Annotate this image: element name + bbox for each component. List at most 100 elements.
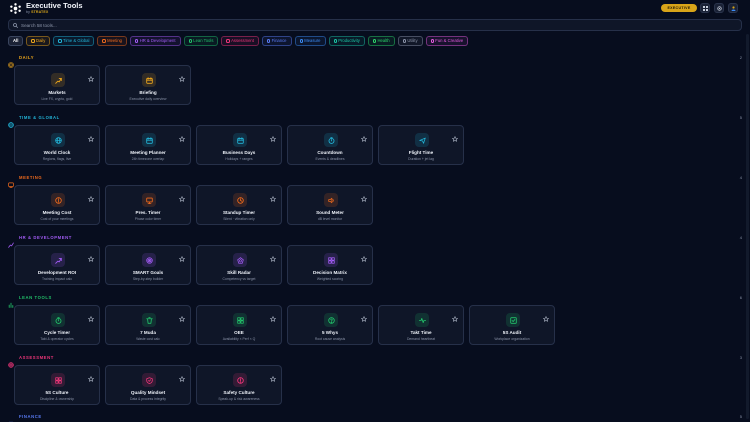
tool-card-meeting-planner[interactable]: Meeting Planner 24h timezone overlap xyxy=(105,125,191,165)
star-icon xyxy=(361,136,367,142)
tool-icon xyxy=(506,313,520,327)
settings-button[interactable] xyxy=(714,3,724,13)
tool-card-oee[interactable]: OEE Availability × Perf × Q xyxy=(196,305,282,345)
favorite-button[interactable] xyxy=(270,309,276,322)
tool-icon xyxy=(51,73,65,87)
favorite-button[interactable] xyxy=(270,189,276,202)
tool-card-pres-timer[interactable]: Pres. Timer Phase color timer xyxy=(105,185,191,225)
favorite-button[interactable] xyxy=(88,189,94,202)
filter-chip-assessment[interactable]: Assessment xyxy=(221,36,259,46)
favorite-button[interactable] xyxy=(179,189,185,202)
favorite-button[interactable] xyxy=(361,189,367,202)
search-bar[interactable] xyxy=(8,19,742,31)
grid-view-button[interactable] xyxy=(700,3,710,13)
tool-name: Quality Mindset xyxy=(130,390,166,395)
tool-card-sound-meter[interactable]: Sound Meter dB level monitor xyxy=(287,185,373,225)
tool-card-world-clock[interactable]: World Clock Regions, flags, live xyxy=(14,125,100,165)
grid-icon xyxy=(327,256,335,264)
tool-card-business-days[interactable]: Business Days Holidays + ranges xyxy=(196,125,282,165)
favorite-button[interactable] xyxy=(88,249,94,262)
tool-card-markets[interactable]: Markets Live FX, crypto, gold xyxy=(14,65,100,105)
filter-chip-meeting[interactable]: Meeting xyxy=(97,36,128,46)
star-icon xyxy=(179,136,185,142)
filter-chip-label: Finance xyxy=(271,38,287,43)
tool-card-takt-time[interactable]: Takt Time Demand heartbeat xyxy=(378,305,464,345)
radar-icon xyxy=(236,256,244,264)
favorite-button[interactable] xyxy=(179,309,185,322)
tool-card-standup-timer[interactable]: Standup Timer Silent · vibration only xyxy=(196,185,282,225)
filter-chip-health[interactable]: Health xyxy=(367,36,395,46)
filter-chip-productivity[interactable]: Productivity xyxy=(328,36,365,46)
tool-card-countdown[interactable]: Countdown Events & deadlines xyxy=(287,125,373,165)
tool-card-development-roi[interactable]: Development ROI Training impact calc xyxy=(14,245,100,285)
tool-card-safety-culture[interactable]: Safety Culture Speak-up & risk awareness xyxy=(196,365,282,405)
filter-chip-utility[interactable]: Utility xyxy=(397,36,423,46)
filter-chip-hr-development[interactable]: HR & Development xyxy=(130,36,181,46)
filter-chip-label: Time & Global xyxy=(63,38,90,43)
tool-card-5s-culture[interactable]: 5S Culture Discipline & ownership xyxy=(14,365,100,405)
tool-name: 7 Muda xyxy=(140,330,156,335)
target-icon xyxy=(8,362,14,368)
favorite-button[interactable] xyxy=(452,309,458,322)
favorite-button[interactable] xyxy=(88,129,94,142)
favorite-button[interactable] xyxy=(88,69,94,82)
favorite-button[interactable] xyxy=(179,69,185,82)
tool-name: Cycle Timer xyxy=(44,330,70,335)
search-input[interactable] xyxy=(21,20,721,30)
favorite-button[interactable] xyxy=(452,129,458,142)
favorite-button[interactable] xyxy=(270,369,276,382)
section-header: LEAN TOOLS 6 xyxy=(8,294,742,308)
filter-chip-daily[interactable]: Daily xyxy=(26,36,51,46)
tool-card-briefing[interactable]: Briefing Executive daily overview xyxy=(105,65,191,105)
tool-name: Pres. Timer xyxy=(135,210,161,215)
gear-icon xyxy=(716,5,722,11)
tool-card-5-whys[interactable]: 5 Whys Root cause analysis xyxy=(287,305,373,345)
tool-card-quality-mindset[interactable]: Quality Mindset Data & process integrity xyxy=(105,365,191,405)
filter-dot-icon xyxy=(372,39,377,43)
favorite-button[interactable] xyxy=(270,129,276,142)
filter-dot-icon xyxy=(135,39,139,43)
filter-chip-all[interactable]: All xyxy=(8,36,24,46)
pulse-icon xyxy=(418,317,426,323)
favorite-button[interactable] xyxy=(179,249,185,262)
favorite-button[interactable] xyxy=(270,249,276,262)
tool-card-skill-radar[interactable]: Skill Radar Competency vs target xyxy=(196,245,282,285)
favorite-button[interactable] xyxy=(179,369,185,382)
scrollbar[interactable] xyxy=(746,34,749,419)
trash-icon xyxy=(145,316,153,324)
favorite-button[interactable] xyxy=(543,309,549,322)
tool-card-smart-goals[interactable]: SMART Goals Step-by-step builder xyxy=(105,245,191,285)
tool-name: Countdown xyxy=(317,150,343,155)
alert-icon xyxy=(236,376,244,384)
tool-card-meeting-cost[interactable]: Meeting Cost Cost of your meetings xyxy=(14,185,100,225)
grid-icon xyxy=(54,376,62,384)
favorite-button[interactable] xyxy=(361,309,367,322)
globe-icon xyxy=(54,136,62,144)
speaker-icon xyxy=(327,197,334,203)
presentation-icon xyxy=(145,197,153,204)
tool-card-decision-matrix[interactable]: Decision Matrix Weighted scoring xyxy=(287,245,373,285)
filter-chip-lean-tools[interactable]: Lean Tools xyxy=(183,36,219,46)
tool-name: Meeting Cost xyxy=(42,210,72,215)
dollar-icon xyxy=(54,196,62,204)
tool-card-flight-time[interactable]: Flight Time Duration + jet lag xyxy=(378,125,464,165)
filter-chip-label: Productivity xyxy=(338,38,360,43)
tool-card-7-muda[interactable]: 7 Muda Waste cost calc xyxy=(105,305,191,345)
favorite-button[interactable] xyxy=(88,309,94,322)
favorite-button[interactable] xyxy=(361,129,367,142)
filter-chip-time-global[interactable]: Time & Global xyxy=(53,36,95,46)
star-icon xyxy=(361,316,367,322)
profile-button[interactable] xyxy=(728,3,738,13)
star-icon xyxy=(88,136,94,142)
tool-card-5s-audit[interactable]: 5S Audit Workplace organization xyxy=(469,305,555,345)
tool-card-cycle-timer[interactable]: Cycle Timer Takt & operator cycles xyxy=(14,305,100,345)
filter-chip-fun-creative[interactable]: Fun & Creative xyxy=(425,36,469,46)
favorite-button[interactable] xyxy=(179,129,185,142)
star-icon xyxy=(88,256,94,262)
favorite-button[interactable] xyxy=(88,369,94,382)
favorite-button[interactable] xyxy=(361,249,367,262)
filter-chip-measure[interactable]: Measure xyxy=(294,36,326,46)
section-count: 3 xyxy=(739,355,742,360)
filter-chip-finance[interactable]: Finance xyxy=(261,36,292,46)
filter-chip-label: Meeting xyxy=(107,38,123,43)
